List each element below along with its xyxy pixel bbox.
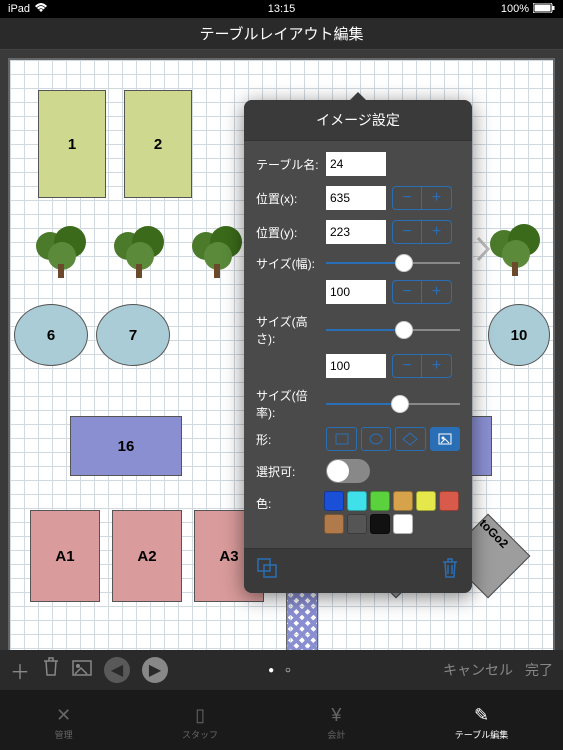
table-16[interactable]: 16 [70,416,182,476]
tab-table-edit[interactable]: ✎テーブル編集 [455,705,508,741]
posx-minus-button[interactable]: − [392,186,422,210]
tab-manage[interactable]: ✕管理 [55,705,73,741]
status-bar: iPad 13:15 100% [0,0,563,18]
name-label: テーブル名: [256,156,326,173]
panel-title: イメージ設定 [244,100,472,141]
add-icon[interactable]: ＋ [10,656,30,685]
edit-icon: ✎ [474,705,489,726]
toolbar: ＋ ◀ ▶ ● ○ キャンセル 完了 [0,650,563,690]
height-minus-button[interactable]: − [392,354,422,378]
prev-button[interactable]: ◀ [104,657,130,683]
panel-arrow-icon [350,92,366,100]
color-swatch[interactable] [324,491,344,511]
width-minus-button[interactable]: − [392,280,422,304]
tree-icon [190,220,244,280]
shape-ellipse-option[interactable] [361,427,391,451]
color-swatch[interactable] [416,491,436,511]
table-7[interactable]: 7 [96,304,170,366]
height-label: サイズ(高さ): [256,313,326,347]
height-plus-button[interactable]: + [422,354,452,378]
table-a1[interactable]: A1 [30,510,100,602]
posx-stepper: −+ [392,186,452,210]
color-swatch[interactable] [393,514,413,534]
shape-diamond-option[interactable] [395,427,425,451]
chevron-right-icon [476,236,492,262]
fork-knife-icon: ✕ [56,705,71,726]
width-stepper: −+ [392,280,452,304]
cancel-button[interactable]: キャンセル [443,660,513,680]
height-slider[interactable] [326,320,460,340]
wifi-icon [34,3,48,16]
table-10[interactable]: 10 [488,304,550,366]
name-input[interactable] [326,152,386,176]
posy-minus-button[interactable]: − [392,220,422,244]
battery-icon [533,3,555,16]
color-swatch[interactable] [324,514,344,534]
next-button[interactable]: ▶ [142,657,168,683]
shape-rect-option[interactable] [326,427,356,451]
selectable-switch[interactable] [326,459,370,483]
scale-label: サイズ(倍率): [256,387,326,421]
table-6[interactable]: 6 [14,304,88,366]
posy-label: 位置(y): [256,224,326,241]
width-slider[interactable] [326,253,460,273]
color-swatch[interactable] [439,491,459,511]
color-swatches [324,491,460,534]
done-button[interactable]: 完了 [525,660,553,680]
table-2[interactable]: 2 [124,90,192,198]
tab-bar: ✕管理 ▯スタッフ ¥会計 ✎テーブル編集 [0,690,563,750]
color-swatch[interactable] [347,491,367,511]
color-swatch[interactable] [370,491,390,511]
selectable-label: 選択可: [256,463,326,480]
color-label: 色: [256,491,324,512]
shape-image-option[interactable] [430,427,460,451]
table-1[interactable]: 1 [38,90,106,198]
page-title: テーブルレイアウト編集 [0,18,563,50]
scale-slider[interactable] [326,394,460,414]
clipboard-icon: ▯ [195,705,205,726]
posy-input[interactable] [326,220,386,244]
color-swatch[interactable] [347,514,367,534]
tree-icon [34,220,88,280]
table-a2[interactable]: A2 [112,510,182,602]
settings-panel: イメージ設定 テーブル名: 位置(x): −+ 位置(y): −+ サイズ(幅)… [244,100,472,593]
image-icon[interactable] [72,659,92,682]
color-swatch[interactable] [370,514,390,534]
height-input[interactable] [326,354,386,378]
width-plus-button[interactable]: + [422,280,452,304]
trash-icon[interactable] [42,657,60,683]
posx-label: 位置(x): [256,190,326,207]
shape-label: 形: [256,431,322,448]
width-label: サイズ(幅): [256,255,326,272]
tab-accounting[interactable]: ¥会計 [327,705,345,741]
tab-staff[interactable]: ▯スタッフ [182,705,218,741]
trash-icon[interactable] [440,557,460,585]
duplicate-icon[interactable] [256,557,278,585]
yen-icon: ¥ [331,705,341,726]
page-dots: ● ○ [268,665,295,676]
width-input[interactable] [326,280,386,304]
canvas-container: 1 2 6 7 10 16 23 17 A1 A2 A3 ... toGo1 t… [0,50,563,690]
carrier-label: iPad [8,3,30,15]
posy-stepper: −+ [392,220,452,244]
battery-label: 100% [501,3,529,15]
posy-plus-button[interactable]: + [422,220,452,244]
tree-icon [488,218,542,278]
posx-input[interactable] [326,186,386,210]
height-stepper: −+ [392,354,452,378]
tree-icon [112,220,166,280]
color-swatch[interactable] [393,491,413,511]
posx-plus-button[interactable]: + [422,186,452,210]
time-label: 13:15 [268,3,296,15]
